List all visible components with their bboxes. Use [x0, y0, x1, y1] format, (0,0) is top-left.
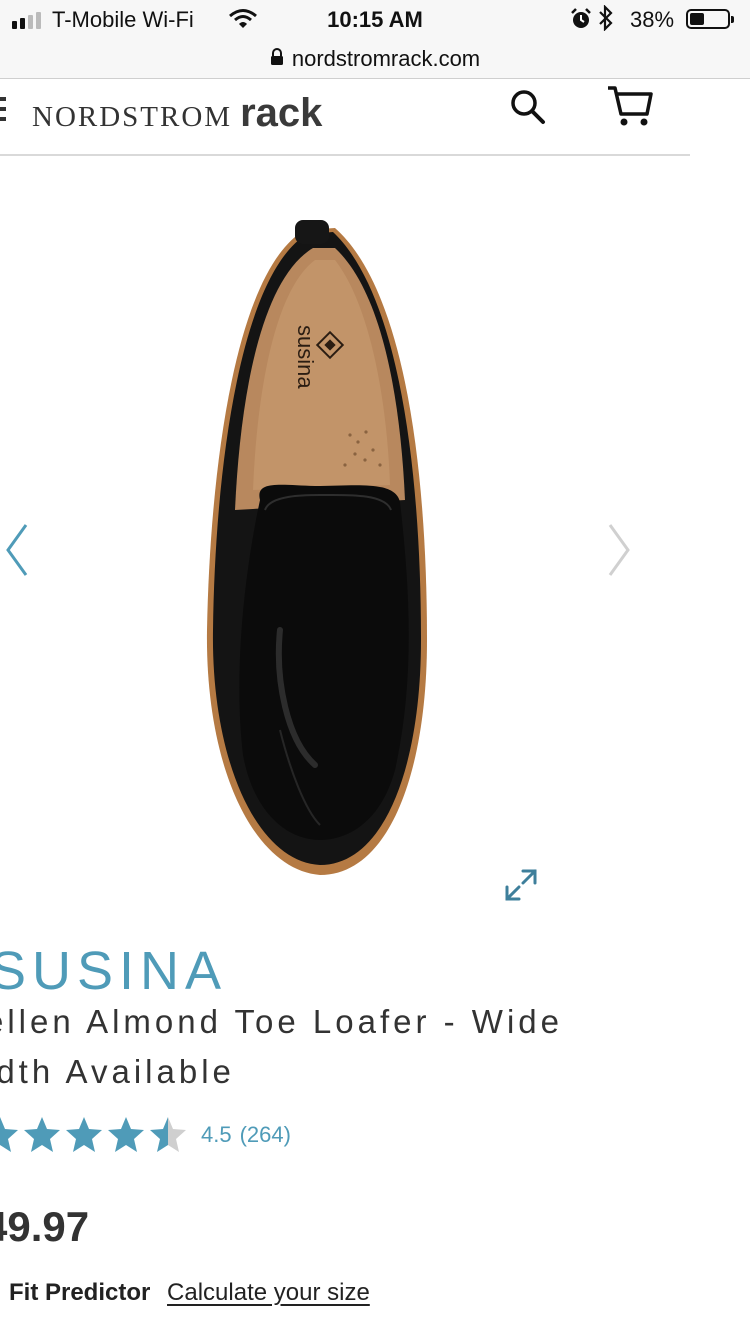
calculate-size-link[interactable]: Calculate your size — [167, 1279, 370, 1306]
star-icon — [66, 1117, 102, 1152]
review-count: (264) — [239, 1122, 291, 1147]
product-title: ellen Almond Toe Loafer - Wide idth Avai… — [0, 997, 725, 1097]
address-bar[interactable]: nordstromrack.com — [0, 40, 750, 79]
fit-predictor-label: Fit Predictor — [9, 1279, 151, 1306]
status-bar: T-Mobile Wi-Fi 10:15 AM 38% — [0, 0, 750, 40]
battery-fill — [690, 13, 704, 25]
menu-icon[interactable] — [0, 97, 6, 127]
star-icon — [24, 1117, 60, 1152]
logo-nordstrom: NORDSTROM — [32, 101, 233, 133]
site-logo[interactable]: NORDSTROM rack — [32, 91, 322, 136]
battery-icon — [686, 9, 734, 29]
star-icon — [0, 1117, 18, 1152]
battery-percent: 38% — [630, 7, 675, 32]
logo-rack: rack — [240, 91, 323, 135]
product-image[interactable]: susina — [195, 210, 435, 885]
cart-icon[interactable] — [605, 84, 655, 133]
product-brand[interactable]: SUSINA — [0, 940, 227, 1002]
alarm-icon — [570, 8, 592, 36]
chevron-left-icon[interactable] — [2, 520, 32, 585]
chevron-right-icon[interactable] — [604, 520, 634, 585]
rating-summary[interactable]: 4.5 (264) — [201, 1122, 299, 1148]
search-icon[interactable] — [508, 87, 548, 132]
rating-value: 4.5 — [201, 1122, 232, 1147]
url-text: nordstromrack.com — [291, 46, 481, 71]
star-icon — [108, 1117, 144, 1152]
expand-icon[interactable] — [503, 867, 539, 908]
insole-brand-text: susina — [293, 325, 318, 389]
star-rating[interactable] — [0, 1115, 188, 1155]
product-title-line-1: ellen Almond Toe Loafer - Wide — [0, 1003, 563, 1040]
site-header: NORDSTROM rack — [0, 79, 690, 156]
lock-icon — [270, 46, 284, 72]
product-price: 49.97 — [0, 1203, 90, 1250]
product-title-line-2: idth Available — [0, 1053, 235, 1090]
bluetooth-icon — [598, 4, 614, 38]
fit-predictor: Fit Predictor Calculate your size — [9, 1279, 370, 1307]
star-icon — [150, 1117, 186, 1152]
